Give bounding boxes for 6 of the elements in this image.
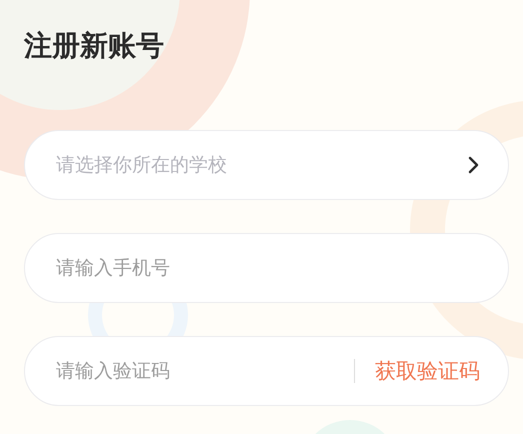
code-field[interactable]: 请输入验证码 获取验证码: [24, 336, 509, 406]
school-select[interactable]: 请选择你所在的学校: [24, 130, 509, 200]
get-code-button[interactable]: 获取验证码: [375, 357, 480, 385]
page-title: 注册新账号: [24, 28, 165, 64]
chevron-right-icon: [468, 156, 480, 174]
phone-field[interactable]: 请输入手机号: [24, 233, 509, 303]
